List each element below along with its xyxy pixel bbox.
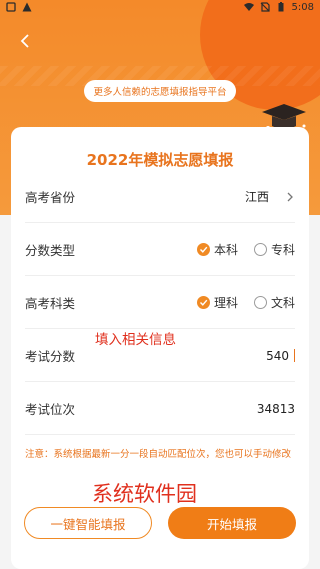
rank-label: 考试位次	[25, 402, 76, 417]
score-value: 540	[266, 348, 289, 363]
notice-text: 注意：系统根据最新一分一段自动匹配位次，您也可以手动修改	[25, 449, 292, 460]
battery-icon	[278, 2, 284, 12]
radio-zhuanke-label: 专科	[270, 243, 295, 257]
rank-value: 34813	[256, 401, 295, 416]
subject-type-label: 高考科类	[25, 296, 76, 311]
unchecked-radio-icon	[253, 243, 267, 256]
annotation-fill-hint: 填入相关信息	[95, 332, 176, 348]
warning-icon	[22, 2, 32, 12]
unchecked-radio-icon	[253, 296, 267, 309]
chevron-right-icon	[287, 192, 293, 201]
radio-wenke[interactable]: 文科	[253, 294, 295, 311]
score-type-row: 分数类型 本科 专科	[25, 224, 295, 276]
score-type-label: 分数类型	[25, 243, 76, 258]
smart-fill-button[interactable]: 一键智能填报	[24, 507, 152, 539]
watermark-text: 系统软件园	[92, 482, 197, 506]
rank-input[interactable]: 34813	[257, 402, 295, 416]
score-label: 考试分数	[25, 349, 76, 364]
radio-like[interactable]: 理科	[196, 294, 238, 311]
start-fill-button[interactable]: 开始填报	[168, 507, 296, 539]
province-value: 江西	[244, 190, 269, 204]
checked-radio-icon	[196, 296, 210, 309]
status-time: 5:08	[291, 1, 314, 13]
back-button[interactable]	[14, 30, 36, 52]
text-caret	[294, 349, 295, 362]
wifi-icon	[243, 3, 254, 11]
checked-radio-icon	[196, 243, 210, 256]
radio-zhuanke[interactable]: 专科	[253, 241, 295, 258]
form-title: 2022年模拟志愿填报	[86, 151, 234, 169]
radio-benke-label: 本科	[213, 243, 238, 257]
notification-icon	[6, 2, 16, 12]
no-sim-icon	[260, 2, 270, 12]
radio-wenke-label: 文科	[270, 296, 295, 310]
province-row[interactable]: 高考省份 江西	[25, 171, 295, 223]
score-input[interactable]: 540	[266, 349, 295, 363]
header-tagline: 更多人信赖的志愿填报指导平台	[84, 80, 236, 102]
radio-benke[interactable]: 本科	[196, 241, 238, 258]
province-label: 高考省份	[25, 190, 76, 205]
chevron-left-icon	[20, 34, 29, 48]
status-bar: 5:08	[0, 0, 320, 14]
radio-like-label: 理科	[213, 296, 238, 310]
rank-row: 考试位次 34813	[25, 383, 295, 435]
subject-type-row: 高考科类 理科 文科	[25, 277, 295, 329]
